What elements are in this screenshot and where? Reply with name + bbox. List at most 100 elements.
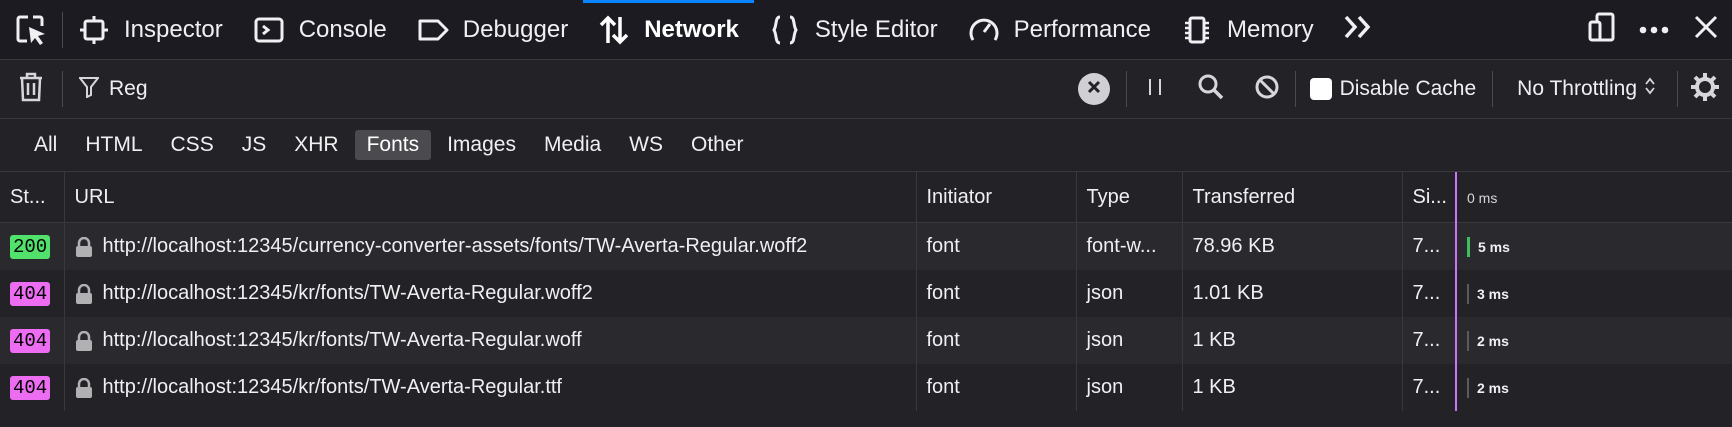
type-filter-css[interactable]: CSS [159,130,226,160]
tab-label: Style Editor [814,15,938,43]
filter-funnel-icon [77,76,101,103]
block-requests-button[interactable] [1239,60,1295,118]
request-time: 5 ms [1478,238,1510,255]
close-devtools-button[interactable] [1680,0,1732,59]
request-size: 7... [1402,222,1457,270]
throttling-select[interactable]: No Throttling [1493,60,1677,118]
chevron-double-right-icon [1343,14,1373,45]
tab-label: Memory [1227,15,1314,43]
options-menu-button[interactable] [1628,0,1680,59]
tab-label: Console [298,15,387,43]
request-time: 3 ms [1477,285,1509,302]
tab-style-editor[interactable]: Style Editor [754,0,953,59]
trash-icon [18,71,44,108]
inspector-icon [78,14,110,46]
table-row[interactable]: 404 http://localhost:12345/kr/fonts/TW-A… [0,317,1732,364]
disable-cache-checkbox[interactable] [1309,78,1332,100]
type-filter-fonts[interactable]: Fonts [354,130,432,160]
pause-icon [1147,77,1163,102]
pause-recording-button[interactable] [1127,60,1183,118]
toolbar-right-controls [1576,0,1732,59]
type-filter-xhr[interactable]: XHR [282,130,350,160]
tab-performance[interactable]: Performance [953,0,1166,59]
disable-cache-toggle[interactable]: Disable Cache [1296,60,1493,118]
timing-bar [1467,377,1469,398]
filter-urls-input[interactable] [107,76,711,102]
tab-label: Inspector [124,15,223,43]
network-settings-button[interactable] [1678,60,1732,118]
network-icon [598,14,630,46]
request-type: json [1076,270,1183,317]
block-icon [1254,74,1280,105]
table-row[interactable]: 200 http://localhost:12345/currency-conv… [0,222,1732,270]
request-url: http://localhost:12345/kr/fonts/TW-Avert… [102,282,593,304]
table-row[interactable]: 404 http://localhost:12345/kr/fonts/TW-A… [0,364,1732,411]
type-filter-html[interactable]: HTML [73,130,154,160]
dock-side-button[interactable] [1576,0,1628,59]
request-size: 7... [1402,270,1457,317]
type-filter-all[interactable]: All [22,130,69,160]
request-size: 7... [1402,364,1457,411]
type-filter-media[interactable]: Media [532,130,613,160]
more-tools-button[interactable] [1329,0,1387,59]
element-picker-button[interactable] [0,0,62,59]
tab-console[interactable]: Console [238,0,402,59]
style-editor-icon [769,14,801,46]
request-size: 7... [1402,317,1457,364]
debugger-icon [417,14,449,46]
column-header-size[interactable]: Si... [1402,172,1457,223]
request-initiator: font [916,222,1077,270]
tab-inspector[interactable]: Inspector [63,0,238,59]
tab-network[interactable]: Network [583,0,754,59]
ellipsis-icon [1639,21,1669,39]
table-header-row: St... URL Initiator Type Transferred Si.… [0,172,1732,223]
lock-icon [75,283,93,304]
resource-type-filters: All HTML CSS JS XHR Fonts Images Media W… [0,119,1732,172]
tab-debugger[interactable]: Debugger [402,0,583,59]
request-initiator: font [916,317,1077,364]
type-filter-ws[interactable]: WS [617,130,675,160]
waterfall-label: 0 ms [1467,189,1498,206]
request-url: http://localhost:12345/kr/fonts/TW-Avert… [102,329,582,351]
clear-filter-button[interactable] [1077,73,1110,105]
request-transferred: 1.01 KB [1182,270,1403,317]
waterfall-cell: 5 ms [1467,236,1722,257]
request-url: http://localhost:12345/kr/fonts/TW-Avert… [102,376,562,398]
column-header-type[interactable]: Type [1076,172,1183,223]
column-header-waterfall[interactable]: 0 ms [1455,172,1732,223]
type-filter-images[interactable]: Images [435,130,528,160]
request-initiator: font [916,364,1077,411]
request-time: 2 ms [1477,332,1509,349]
close-icon [1694,15,1718,44]
gear-icon [1690,72,1720,107]
request-initiator: font [916,270,1077,317]
status-badge: 200 [10,234,51,259]
tab-memory[interactable]: Memory [1166,0,1329,59]
table-row[interactable]: 404 http://localhost:12345/kr/fonts/TW-A… [0,270,1732,317]
performance-icon [968,14,1000,46]
clear-requests-button[interactable] [0,60,62,118]
column-header-status[interactable]: St... [0,172,65,223]
memory-icon [1181,14,1213,46]
close-icon [1087,80,1101,99]
type-filter-other[interactable]: Other [679,130,756,160]
request-url: http://localhost:12345/currency-converte… [102,235,808,257]
lock-icon [75,330,93,351]
search-button[interactable] [1183,60,1239,118]
waterfall-cell: 2 ms [1467,330,1722,351]
column-header-initiator[interactable]: Initiator [916,172,1077,223]
column-header-url[interactable]: URL [64,172,917,223]
type-filter-js[interactable]: JS [230,130,279,160]
filter-urls-box [63,60,1078,118]
column-header-transferred[interactable]: Transferred [1182,172,1403,223]
status-badge: 404 [10,375,51,400]
request-transferred: 1 KB [1182,364,1403,411]
tab-label: Debugger [462,15,569,43]
lock-icon [75,377,93,398]
tab-label: Network [644,15,739,43]
request-transferred: 78.96 KB [1182,222,1403,270]
console-icon [253,14,285,46]
timing-bar [1467,236,1470,257]
request-transferred: 1 KB [1182,317,1403,364]
status-badge: 404 [10,328,51,353]
